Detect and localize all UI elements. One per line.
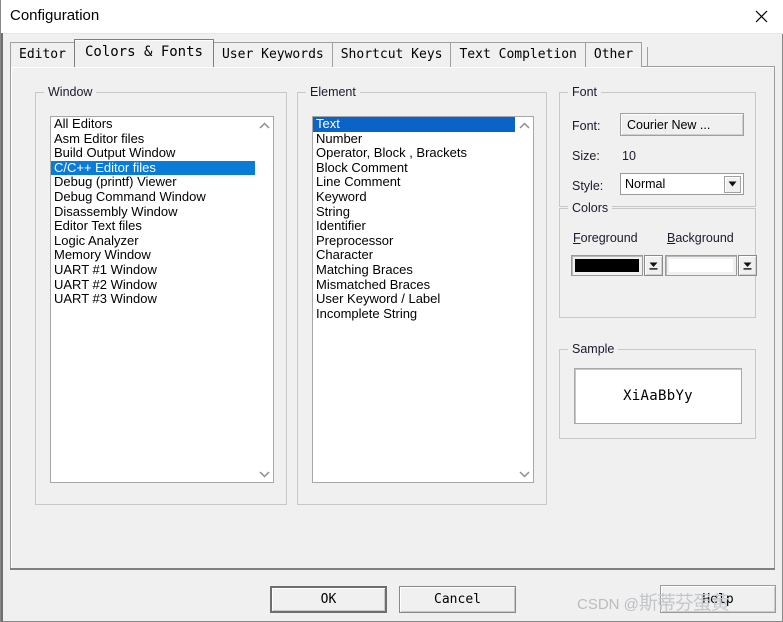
sample-text: XiAaBbYy bbox=[623, 388, 693, 404]
window-list-item[interactable]: Debug (printf) Viewer bbox=[51, 175, 256, 190]
window-list-item[interactable]: Disassembly Window bbox=[51, 205, 256, 220]
foreground-accel-letter: F bbox=[573, 231, 581, 245]
triangle-down-icon[interactable] bbox=[724, 175, 741, 193]
tab-shortcut-keys[interactable]: Shortcut Keys bbox=[331, 42, 452, 67]
window-list-item[interactable]: Memory Window bbox=[51, 248, 256, 263]
element-list-item[interactable]: Keyword bbox=[313, 190, 516, 205]
element-group-title: Element bbox=[306, 85, 360, 99]
chevron-down-icon[interactable] bbox=[256, 465, 273, 482]
window-list-item[interactable]: Editor Text files bbox=[51, 219, 256, 234]
color-dropdown-icon[interactable] bbox=[738, 255, 757, 276]
tab-user-keywords[interactable]: User Keywords bbox=[212, 42, 333, 67]
tab-content-panel: Window All Editors Asm Editor files Build … bbox=[10, 66, 775, 569]
configuration-dialog: Configuration Editor Colors & Fonts User… bbox=[0, 0, 783, 622]
tab-editor[interactable]: Editor bbox=[10, 42, 75, 67]
color-dropdown-icon[interactable] bbox=[644, 255, 663, 276]
font-style-label: Style: bbox=[572, 179, 604, 193]
window-list-item[interactable]: C/C++ Editor files bbox=[51, 160, 256, 176]
background-color-swatch[interactable] bbox=[665, 255, 737, 276]
window-list-item[interactable]: Build Output Window bbox=[51, 146, 256, 161]
title-bar: Configuration bbox=[1, 0, 783, 34]
element-list-item[interactable]: Block Comment bbox=[313, 161, 516, 176]
chevron-up-icon[interactable] bbox=[516, 117, 533, 134]
element-listbox[interactable]: Text Number Operator, Block , Brackets Bloc… bbox=[312, 116, 534, 483]
tab-text-completion[interactable]: Text Completion bbox=[450, 42, 586, 67]
element-groupbox: Element Text Number Operator, Block , Brac… bbox=[297, 85, 547, 505]
font-name-button[interactable]: Courier New ... bbox=[620, 113, 744, 136]
font-style-value: Normal bbox=[625, 177, 666, 191]
window-title: Configuration bbox=[10, 7, 100, 24]
foreground-color-swatch[interactable] bbox=[571, 255, 643, 276]
sample-group-title: Sample bbox=[568, 342, 619, 356]
window-group-title: Window bbox=[44, 85, 97, 99]
font-groupbox: Font Font: Courier New ... Size: 10 Styl… bbox=[559, 85, 756, 207]
element-list-items: Text Number Operator, Block , Brackets Bloc… bbox=[313, 117, 516, 321]
foreground-color-control[interactable] bbox=[571, 255, 663, 276]
watermark-prefix: CSDN @ bbox=[577, 596, 639, 613]
window-list-item[interactable]: Asm Editor files bbox=[51, 132, 256, 147]
font-style-combobox[interactable]: Normal bbox=[620, 173, 744, 195]
cancel-button[interactable]: Cancel bbox=[399, 586, 516, 613]
window-left-edge bbox=[1, 33, 3, 622]
close-icon[interactable] bbox=[738, 0, 783, 32]
element-list-item[interactable]: Identifier bbox=[313, 219, 516, 234]
element-list-item[interactable]: User Keyword / Label bbox=[313, 292, 516, 307]
colors-group-title: Colors bbox=[568, 201, 613, 215]
font-group-title: Font bbox=[568, 85, 602, 99]
colors-groupbox: Colors Foreground Background bbox=[559, 201, 757, 318]
foreground-label-rest: oreground bbox=[580, 231, 638, 245]
background-label: Background bbox=[667, 231, 734, 245]
window-groupbox: Window All Editors Asm Editor files Build … bbox=[35, 85, 287, 505]
window-list-item[interactable]: UART #3 Window bbox=[51, 292, 256, 307]
element-list-item[interactable]: Mismatched Braces bbox=[313, 278, 516, 293]
background-label-rest: ackground bbox=[675, 231, 734, 245]
tab-other[interactable]: Other bbox=[584, 42, 643, 67]
element-list-item[interactable]: String bbox=[313, 205, 516, 220]
background-color-control[interactable] bbox=[665, 255, 757, 276]
window-list-scrollbar[interactable] bbox=[255, 117, 273, 482]
element-list-item[interactable]: Text bbox=[313, 117, 516, 132]
font-size-label: Size: bbox=[572, 149, 600, 163]
window-list-item[interactable]: All Editors bbox=[51, 117, 256, 132]
sample-groupbox: Sample XiAaBbYy bbox=[559, 342, 756, 439]
tab-strip-end-divider bbox=[647, 47, 649, 67]
panel-bottom-separator bbox=[10, 568, 775, 570]
chevron-up-icon[interactable] bbox=[256, 117, 273, 134]
foreground-color-fill bbox=[575, 259, 639, 272]
element-list-item[interactable]: Line Comment bbox=[313, 175, 516, 190]
ok-button[interactable]: OK bbox=[270, 586, 387, 613]
element-list-scrollbar[interactable] bbox=[515, 117, 533, 482]
tab-bar: Editor Colors & Fonts User Keywords Shor… bbox=[10, 39, 649, 67]
chevron-down-icon[interactable] bbox=[516, 465, 533, 482]
element-list-item[interactable]: Incomplete String bbox=[313, 307, 516, 322]
font-name-label: Font: bbox=[572, 119, 601, 133]
window-list-item[interactable]: Debug Command Window bbox=[51, 190, 256, 205]
background-color-fill bbox=[669, 259, 733, 272]
element-list-item[interactable]: Character bbox=[313, 248, 516, 263]
window-list-item[interactable]: UART #1 Window bbox=[51, 263, 256, 278]
sample-preview: XiAaBbYy bbox=[574, 368, 742, 424]
help-button[interactable]: Help bbox=[660, 585, 776, 613]
foreground-label: Foreground bbox=[573, 231, 638, 245]
element-list-item[interactable]: Number bbox=[313, 132, 516, 147]
element-list-item[interactable]: Matching Braces bbox=[313, 263, 516, 278]
window-list-items: All Editors Asm Editor files Build Output … bbox=[51, 117, 256, 307]
element-list-item[interactable]: Operator, Block , Brackets bbox=[313, 146, 516, 161]
font-size-value: 10 bbox=[622, 149, 636, 163]
window-list-item[interactable]: Logic Analyzer bbox=[51, 234, 256, 249]
window-listbox[interactable]: All Editors Asm Editor files Build Output … bbox=[50, 116, 274, 483]
element-list-item[interactable]: Preprocessor bbox=[313, 234, 516, 249]
window-list-item[interactable]: UART #2 Window bbox=[51, 278, 256, 293]
tab-colors-and-fonts[interactable]: Colors & Fonts bbox=[73, 39, 214, 67]
